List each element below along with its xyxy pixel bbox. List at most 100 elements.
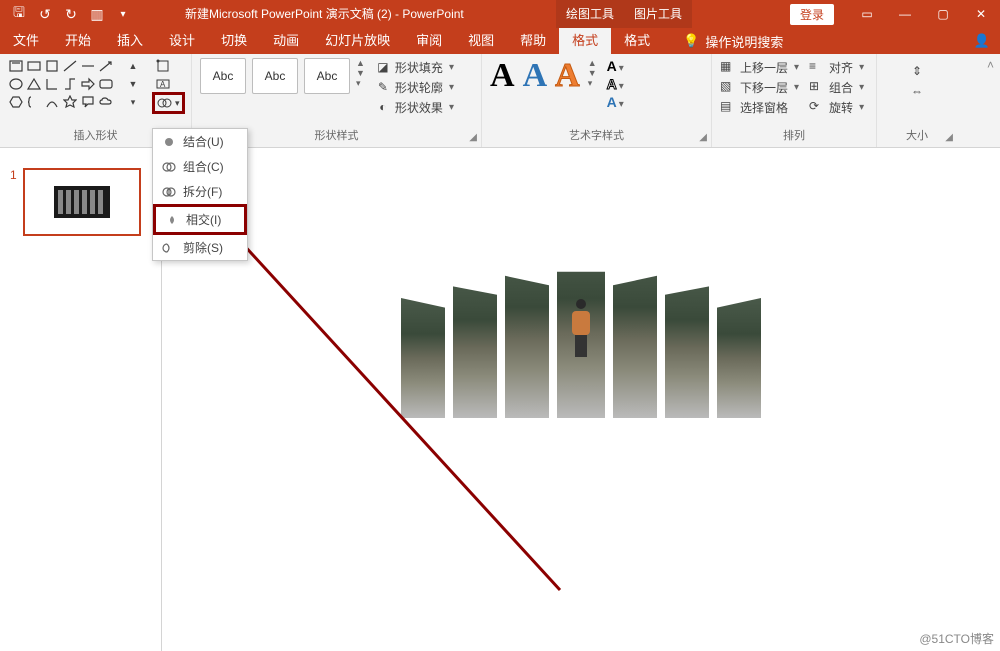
tell-me-search[interactable]: 💡 操作说明搜索 bbox=[683, 32, 783, 51]
rotate-button[interactable]: ⟳旋转▾ bbox=[809, 98, 864, 116]
dialog-launcher-icon[interactable]: ◢ bbox=[699, 132, 707, 143]
shape-line-icon[interactable] bbox=[62, 58, 78, 74]
slide-canvas-area[interactable] bbox=[162, 148, 1000, 651]
text-outline-button[interactable]: A▾ bbox=[607, 76, 624, 92]
slide-thumbnail-1[interactable] bbox=[23, 168, 141, 236]
shape-triangle-icon[interactable] bbox=[26, 76, 42, 92]
share-icon[interactable]: 👤 bbox=[974, 33, 990, 49]
wa-gallery-more-icon[interactable]: ▾ bbox=[588, 78, 597, 89]
login-button[interactable]: 登录 bbox=[790, 4, 834, 25]
shape-elbow-icon[interactable] bbox=[44, 76, 60, 92]
shape-oval-icon[interactable] bbox=[8, 76, 24, 92]
gallery-down-icon[interactable]: ▼ bbox=[122, 76, 144, 92]
menu-item-fragment[interactable]: 拆分(F) bbox=[153, 179, 247, 204]
close-icon[interactable]: ✕ bbox=[962, 0, 1000, 28]
style-gallery-down-icon[interactable]: ▼ bbox=[356, 68, 365, 78]
workspace: 1 bbox=[0, 148, 1000, 651]
lightbulb-icon: 💡 bbox=[683, 33, 699, 49]
minimize-icon[interactable]: ― bbox=[886, 0, 924, 28]
menu-item-combine[interactable]: 组合(C) bbox=[153, 154, 247, 179]
shape-brace-icon[interactable] bbox=[26, 94, 42, 110]
style-preset-1[interactable]: Abc bbox=[200, 58, 246, 94]
shape-star-icon[interactable] bbox=[62, 94, 78, 110]
slide[interactable] bbox=[191, 148, 971, 588]
send-backward-button[interactable]: ▧下移一层▾ bbox=[720, 78, 799, 96]
ribbon-options-icon[interactable]: ▭ bbox=[848, 0, 886, 28]
text-fill-button[interactable]: A▾ bbox=[607, 58, 624, 74]
image-strips[interactable] bbox=[401, 228, 801, 418]
group-arrange: ▦上移一层▾ ▧下移一层▾ ▤选择窗格 ≡对齐▾ ⊞组合▾ ⟳旋转▾ 排列 bbox=[712, 54, 877, 147]
tab-design[interactable]: 设计 bbox=[156, 28, 208, 54]
menu-item-subtract[interactable]: 剪除(S) bbox=[153, 235, 247, 260]
shape-arrow-icon[interactable] bbox=[80, 76, 96, 92]
start-from-beginning-icon[interactable]: ▥ bbox=[88, 5, 106, 23]
tab-review[interactable]: 审阅 bbox=[403, 28, 455, 54]
group-button[interactable]: ⊞组合▾ bbox=[809, 78, 864, 96]
drawing-tools-tab[interactable]: 绘图工具 bbox=[556, 0, 624, 28]
shape-cloud-icon[interactable] bbox=[98, 94, 114, 110]
tab-home[interactable]: 开始 bbox=[52, 28, 104, 54]
width-icon[interactable]: ⇔ bbox=[911, 84, 923, 98]
window-controls: 登录 ▭ ― ▢ ✕ bbox=[790, 0, 1000, 28]
tab-insert[interactable]: 插入 bbox=[104, 28, 156, 54]
picture-tools-tab[interactable]: 图片工具 bbox=[624, 0, 692, 28]
shape-textbox-icon[interactable] bbox=[8, 58, 24, 74]
shapes-gallery[interactable] bbox=[8, 58, 114, 114]
style-gallery-more-icon[interactable]: ▾ bbox=[356, 78, 365, 89]
wordart-preset-3[interactable]: A bbox=[555, 58, 580, 94]
dialog-launcher-icon[interactable]: ◢ bbox=[945, 132, 953, 143]
collapse-ribbon-icon[interactable]: ˄ bbox=[987, 58, 994, 72]
gallery-more-icon[interactable]: ▾ bbox=[122, 94, 144, 110]
selection-pane-button[interactable]: ▤选择窗格 bbox=[720, 98, 799, 116]
shape-curve-icon[interactable] bbox=[44, 94, 60, 110]
shape-outline-button[interactable]: ✎形状轮廓▾ bbox=[375, 78, 454, 96]
style-gallery-up-icon[interactable]: ▲ bbox=[356, 58, 365, 68]
gallery-up-icon[interactable]: ▲ bbox=[122, 58, 144, 74]
tab-format-picture[interactable]: 格式 bbox=[611, 28, 663, 54]
align-button[interactable]: ≡对齐▾ bbox=[809, 58, 864, 76]
redo-icon[interactable]: ↻ bbox=[62, 5, 80, 23]
maximize-icon[interactable]: ▢ bbox=[924, 0, 962, 28]
wa-gallery-down-icon[interactable]: ▼ bbox=[588, 68, 597, 78]
menu-item-intersect[interactable]: 相交(I) bbox=[153, 204, 247, 235]
save-icon[interactable]: 🖫 bbox=[10, 5, 28, 23]
selection-pane-icon: ▤ bbox=[720, 99, 736, 115]
shape-fill-button[interactable]: ◪形状填充▾ bbox=[375, 58, 454, 76]
merge-shapes-button[interactable]: ▾ bbox=[152, 92, 185, 114]
ribbon-tabs: 文件 开始 插入 设计 切换 动画 幻灯片放映 审阅 视图 帮助 格式 格式 💡… bbox=[0, 28, 1000, 54]
shape-roundrect-icon[interactable] bbox=[98, 76, 114, 92]
shape-arrow-line-icon[interactable] bbox=[98, 58, 114, 74]
group-label-arrange: 排列 bbox=[720, 127, 868, 145]
undo-icon[interactable]: ↺ bbox=[36, 5, 54, 23]
wordart-preset-2[interactable]: A bbox=[523, 58, 548, 94]
tab-file[interactable]: 文件 bbox=[0, 28, 52, 54]
tab-slideshow[interactable]: 幻灯片放映 bbox=[312, 28, 403, 54]
wordart-preset-1[interactable]: A bbox=[490, 58, 515, 94]
bring-forward-button[interactable]: ▦上移一层▾ bbox=[720, 58, 799, 76]
shape-connector-icon[interactable] bbox=[62, 76, 78, 92]
dialog-launcher-icon[interactable]: ◢ bbox=[469, 132, 477, 143]
tab-animations[interactable]: 动画 bbox=[260, 28, 312, 54]
shape-hexagon-icon[interactable] bbox=[8, 94, 24, 110]
tab-format-drawing[interactable]: 格式 bbox=[559, 28, 611, 54]
height-icon[interactable]: ⇕ bbox=[912, 64, 922, 78]
style-preset-3[interactable]: Abc bbox=[304, 58, 350, 94]
style-preset-2[interactable]: Abc bbox=[252, 58, 298, 94]
tab-transitions[interactable]: 切换 bbox=[208, 28, 260, 54]
search-placeholder: 操作说明搜索 bbox=[705, 32, 783, 51]
shape-rect-icon[interactable] bbox=[26, 58, 42, 74]
shape-rect2-icon[interactable] bbox=[44, 58, 60, 74]
tab-help[interactable]: 帮助 bbox=[507, 28, 559, 54]
shape-effects-button[interactable]: ◐形状效果▾ bbox=[375, 98, 454, 116]
shape-line2-icon[interactable] bbox=[80, 58, 96, 74]
qat-more-icon[interactable]: ▾ bbox=[114, 5, 132, 23]
wa-gallery-up-icon[interactable]: ▲ bbox=[588, 58, 597, 68]
ribbon: ▲ ▼ ▾ A ▾ 插入形状 Abc Abc Abc ▲ ▼ ▾ bbox=[0, 54, 1000, 148]
edit-shape-icon[interactable] bbox=[152, 58, 174, 74]
shape-callout-icon[interactable] bbox=[80, 94, 96, 110]
group-size: ⇕ ⇔ 大小◢ bbox=[877, 54, 957, 147]
menu-item-union[interactable]: 结合(U) bbox=[153, 129, 247, 154]
textbox-icon[interactable]: A bbox=[152, 76, 174, 92]
tab-view[interactable]: 视图 bbox=[455, 28, 507, 54]
text-effects-button[interactable]: A▾ bbox=[607, 94, 624, 110]
